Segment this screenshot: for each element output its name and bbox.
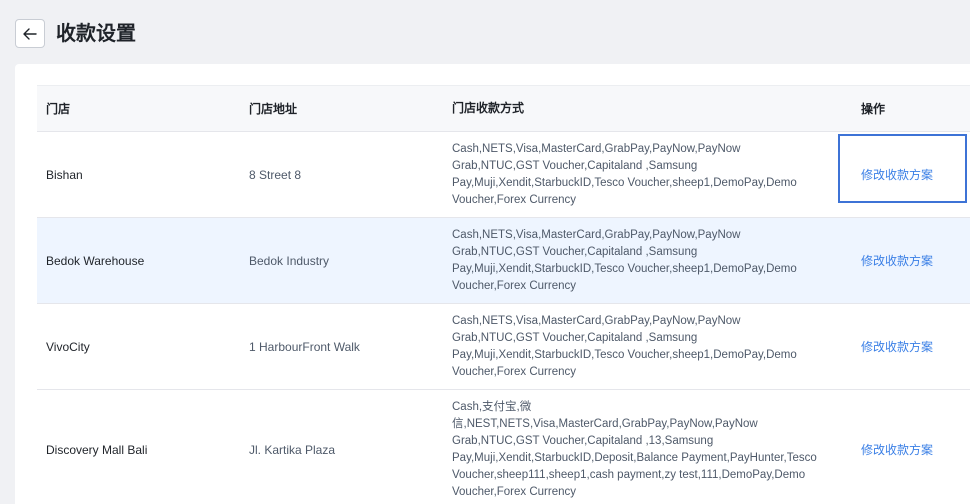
payment-methods-line: Cash,NETS,Visa,MasterCard,GrabPay,PayNow… [452, 142, 741, 155]
column-header-payment-methods: 门店收款方式 [452, 101, 525, 115]
page-title: 收款设置 [56, 21, 136, 45]
table-row: VivoCity 1 HarbourFront Walk Cash,NETS,V… [37, 304, 970, 390]
payment-methods-line: Grab,NTUC,GST Voucher,Capitaland ,Samsun… [452, 245, 698, 258]
column-header-address: 门店地址 [249, 102, 298, 116]
store-address: Jl. Kartika Plaza [249, 442, 336, 457]
store-name: Discovery Mall Bali [46, 442, 148, 457]
page-header: 收款设置 [0, 0, 970, 64]
payment-methods: Cash,NETS,Visa,MasterCard,GrabPay,PayNow… [443, 227, 852, 295]
table-row: Discovery Mall Bali Jl. Kartika Plaza Ca… [37, 390, 970, 504]
payment-methods-line: Voucher,Forex Currency [452, 365, 577, 378]
edit-payment-plan-link[interactable]: 修改收款方案 [861, 254, 933, 268]
table-row: Bedok Warehouse Bedok Industry Cash,NETS… [37, 218, 970, 304]
payment-methods-line: Voucher,Forex Currency [452, 279, 577, 292]
table-header-row: 门店 门店地址 门店收款方式 操作 [37, 86, 970, 132]
edit-payment-plan-link[interactable]: 修改收款方案 [861, 340, 933, 354]
store-name: Bishan [46, 167, 83, 182]
arrow-left-icon [23, 27, 37, 40]
payment-methods-line: Pay,Muji,Xendit,StarbuckID,Tesco Voucher… [452, 262, 797, 275]
payment-methods: Cash,NETS,Visa,MasterCard,GrabPay,PayNow… [443, 141, 852, 209]
store-address: 8 Street 8 [249, 167, 302, 182]
payment-methods-line: Voucher,Forex Currency [452, 485, 577, 498]
store-address: Bedok Industry [249, 253, 330, 268]
payment-methods: Cash,支付宝,微 信,NEST,NETS,Visa,MasterCard,G… [443, 399, 852, 501]
payment-methods-line: Grab,NTUC,GST Voucher,Capitaland ,Samsun… [452, 331, 698, 344]
payment-methods-line: Voucher,sheep111,sheep1,cash payment,zy … [452, 468, 806, 481]
column-header-actions: 操作 [861, 102, 886, 116]
column-header-store: 门店 [46, 102, 71, 116]
payment-methods-line: Voucher,Forex Currency [452, 193, 577, 206]
back-button[interactable] [15, 19, 45, 48]
payment-methods-line: 信,NEST,NETS,Visa,MasterCard,GrabPay,PayN… [452, 417, 758, 430]
payment-methods: Cash,NETS,Visa,MasterCard,GrabPay,PayNow… [443, 313, 852, 381]
payment-methods-line: Cash,NETS,Visa,MasterCard,GrabPay,PayNow… [452, 314, 741, 327]
store-payment-table: 门店 门店地址 门店收款方式 操作 Bishan 8 Street 8 Cash… [37, 85, 970, 504]
payment-methods-line: Pay,Muji,Xendit,StarbuckID,Tesco Voucher… [452, 176, 797, 189]
payment-methods-line: Cash,NETS,Visa,MasterCard,GrabPay,PayNow… [452, 228, 741, 241]
store-name: VivoCity [46, 339, 90, 354]
focus-highlight-box [838, 134, 967, 203]
store-name: Bedok Warehouse [46, 253, 145, 268]
store-address: 1 HarbourFront Walk [249, 339, 360, 354]
payment-methods-line: Pay,Muji,Xendit,StarbuckID,Tesco Voucher… [452, 348, 797, 361]
edit-payment-plan-link[interactable]: 修改收款方案 [861, 443, 933, 457]
table-row: Bishan 8 Street 8 Cash,NETS,Visa,MasterC… [37, 132, 970, 218]
payment-methods-line: Cash,支付宝,微 [452, 400, 532, 413]
payment-methods-line: Grab,NTUC,GST Voucher,Capitaland ,Samsun… [452, 159, 698, 172]
payment-methods-line: Grab,NTUC,GST Voucher,Capitaland ,13,Sam… [452, 434, 714, 447]
payment-methods-line: Pay,Muji,Xendit,StarbuckID,Deposit,Balan… [452, 451, 817, 464]
